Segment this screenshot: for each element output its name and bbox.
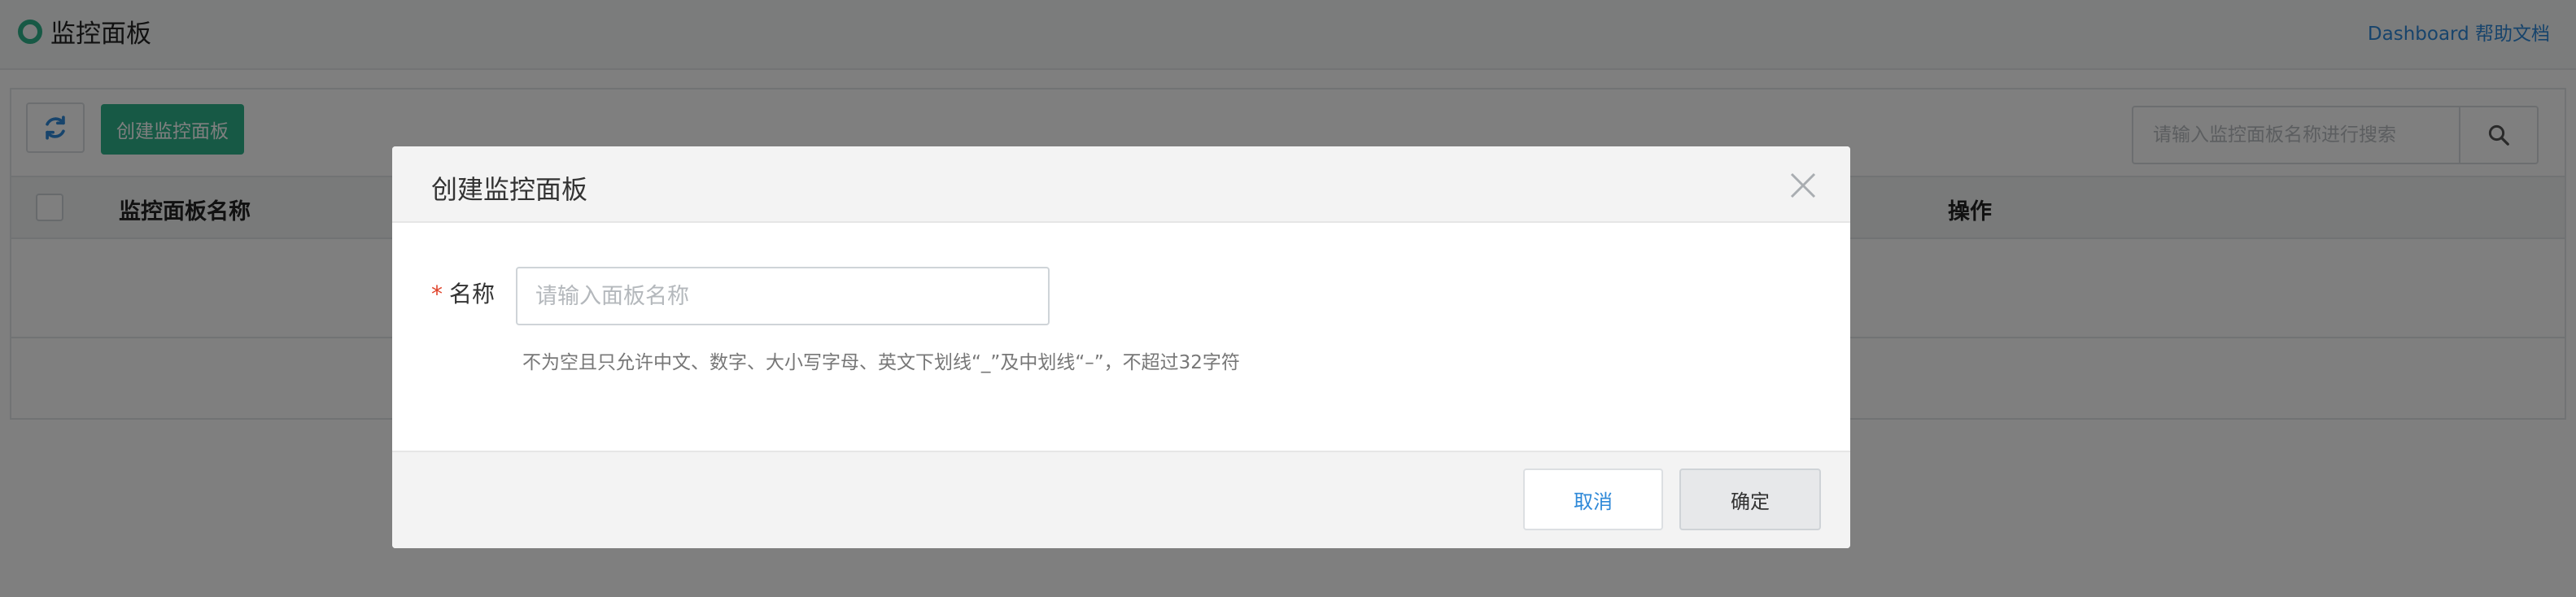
required-mark: * — [431, 281, 443, 307]
name-label-text: 名称 — [449, 281, 496, 307]
name-field-label: * 名称 — [431, 277, 495, 309]
close-icon[interactable] — [1787, 169, 1819, 202]
create-dashboard-dialog: 创建监控面板 *名称 不为空且只允许中文、数字、大小写字母、英文下划线“_”及中… — [392, 146, 1850, 548]
cancel-button[interactable]: 取消 — [1523, 468, 1663, 530]
dialog-header: 创建监控面板 — [392, 146, 1850, 223]
confirm-button[interactable]: 确定 — [1679, 468, 1821, 530]
dashboard-name-input[interactable] — [516, 267, 1050, 325]
name-rule-hint: 不为空且只允许中文、数字、大小写字母、英文下划线“_”及中划线“–”，不超过32… — [522, 352, 1240, 373]
dialog-footer: 取消 确定 — [392, 451, 1850, 548]
dialog-title: 创建监控面板 — [431, 174, 588, 205]
